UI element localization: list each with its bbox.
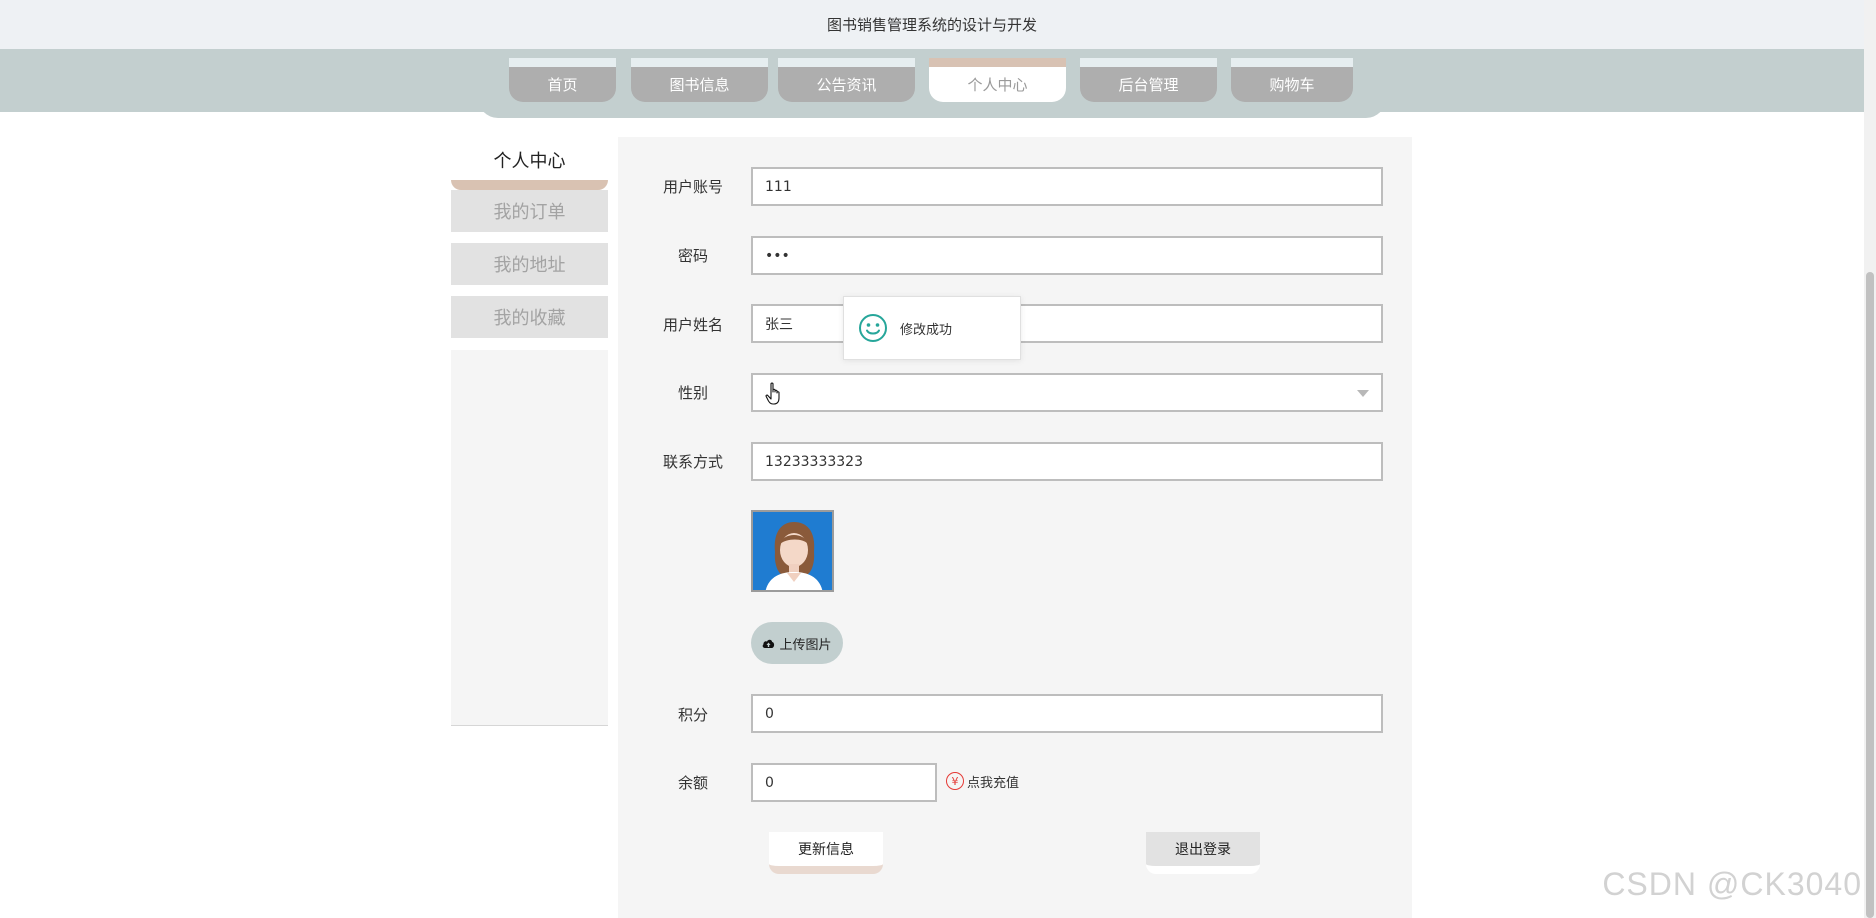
avatar-photo-icon	[753, 512, 832, 590]
update-info-button[interactable]: 更新信息	[769, 832, 883, 874]
tab-admin-label: 后台管理	[1118, 76, 1179, 94]
yen-icon: ¥	[946, 772, 964, 790]
name-label: 用户姓名	[662, 316, 723, 334]
balance-input[interactable]	[751, 763, 937, 802]
sidebar-title: 个人中心	[493, 151, 566, 172]
points-input[interactable]	[751, 694, 1383, 733]
upload-image-label: 上传图片	[779, 637, 832, 653]
tab-cart-label: 购物车	[1269, 76, 1315, 94]
gender-label: 性别	[677, 384, 708, 402]
recharge-link[interactable]: ¥ 点我充值	[946, 770, 1019, 792]
sidebar-item-addresses[interactable]: 我的地址	[451, 243, 608, 285]
upload-image-button[interactable]: 上传图片	[751, 622, 843, 664]
balance-label: 余额	[677, 774, 708, 792]
tab-admin[interactable]: 后台管理	[1080, 58, 1217, 102]
hand-cursor-icon	[765, 382, 780, 405]
watermark: CSDN @CK3040	[1602, 866, 1862, 902]
avatar	[751, 510, 834, 592]
tab-announcements[interactable]: 公告资讯	[778, 58, 915, 102]
cloud-upload-icon	[763, 639, 775, 648]
tab-home-label: 首页	[547, 76, 578, 94]
password-input[interactable]	[751, 236, 1383, 275]
logout-label: 退出登录	[1175, 842, 1231, 858]
account-label: 用户账号	[662, 178, 723, 196]
tab-personal-center-label: 个人中心	[967, 76, 1028, 94]
sidebar-title-underline	[451, 180, 608, 190]
chevron-down-icon	[1357, 390, 1369, 397]
smile-icon	[859, 314, 887, 342]
gender-select[interactable]	[751, 373, 1383, 412]
sidebar-item-favorites[interactable]: 我的收藏	[451, 296, 608, 338]
password-label: 密码	[677, 247, 708, 265]
tab-personal-center[interactable]: 个人中心	[929, 58, 1066, 102]
page-scrollbar-thumb[interactable]	[1866, 272, 1874, 918]
update-info-label: 更新信息	[798, 842, 854, 858]
tab-book-info[interactable]: 图书信息	[631, 58, 768, 102]
sidebar-item-orders[interactable]: 我的订单	[451, 190, 608, 232]
phone-label: 联系方式	[662, 453, 723, 471]
tab-announcements-label: 公告资讯	[816, 76, 877, 94]
phone-input[interactable]	[751, 442, 1383, 481]
sidebar-item-orders-label: 我的订单	[493, 202, 566, 223]
tab-cart[interactable]: 购物车	[1231, 58, 1353, 102]
app-title: 图书销售管理系统的设计与开发	[826, 16, 1037, 34]
tab-book-info-label: 图书信息	[669, 76, 730, 94]
sidebar-item-favorites-label: 我的收藏	[493, 308, 566, 329]
sidebar-panel	[451, 350, 608, 726]
tab-home[interactable]: 首页	[509, 58, 616, 102]
app-title-bar: 图书销售管理系统的设计与开发	[0, 0, 1864, 49]
sidebar-item-addresses-label: 我的地址	[493, 255, 566, 276]
logout-button[interactable]: 退出登录	[1146, 832, 1260, 874]
success-toast: 修改成功	[843, 296, 1021, 360]
account-input[interactable]	[751, 167, 1383, 206]
toast-message: 修改成功	[900, 322, 953, 338]
points-label: 积分	[677, 706, 708, 724]
recharge-label: 点我充值	[967, 775, 1020, 791]
